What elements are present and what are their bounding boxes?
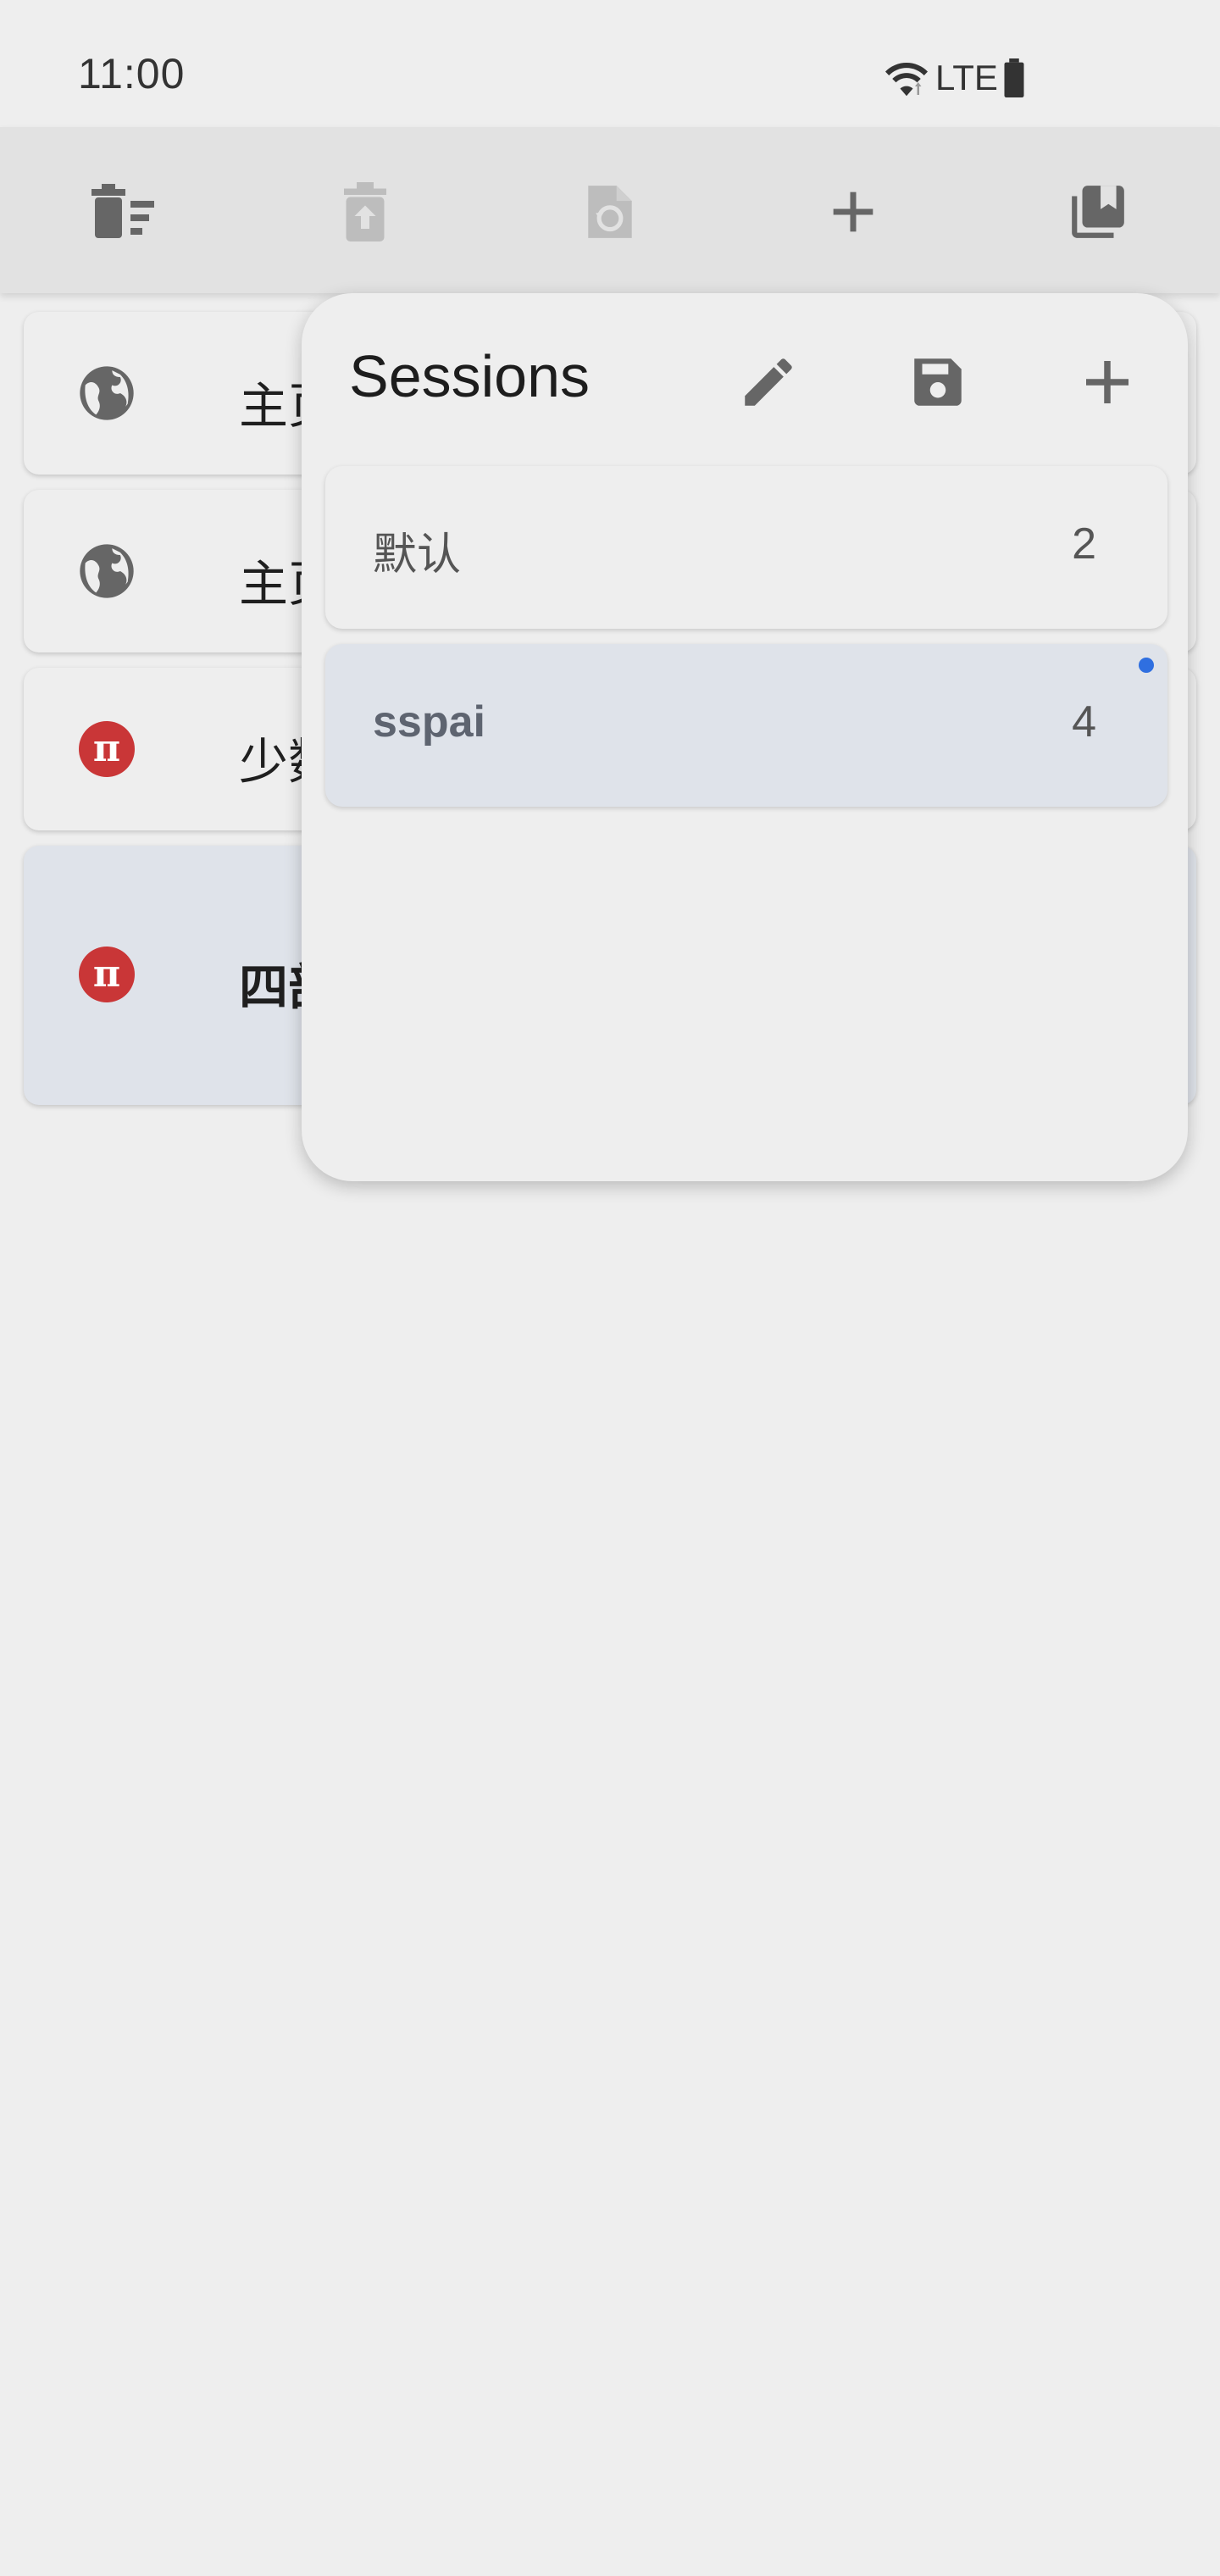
edit-icon bbox=[745, 358, 792, 406]
session-tab-count: 2 bbox=[1072, 519, 1096, 569]
add-session-button[interactable] bbox=[1069, 344, 1145, 420]
session-tab-count: 4 bbox=[1072, 697, 1096, 747]
session-item-selected[interactable]: sspai 4 bbox=[325, 644, 1167, 807]
status-bar: 11:00 LTE bbox=[0, 0, 1220, 127]
trash-restore-icon bbox=[344, 182, 386, 242]
plus-icon bbox=[1086, 361, 1128, 403]
save-session-button[interactable] bbox=[900, 344, 976, 420]
wifi-icon bbox=[885, 62, 928, 97]
save-icon bbox=[914, 358, 962, 406]
status-icons: LTE bbox=[881, 54, 1027, 102]
trash-list-icon bbox=[92, 184, 154, 238]
session-item[interactable]: 默认 2 bbox=[325, 466, 1167, 629]
status-time: 11:00 bbox=[78, 50, 186, 97]
sspai-pi-icon: π bbox=[75, 942, 139, 1007]
file-restore-icon bbox=[588, 186, 632, 238]
restore-closed-tab-button[interactable] bbox=[330, 176, 401, 247]
close-all-tabs-button[interactable] bbox=[86, 176, 158, 247]
current-session-dot bbox=[1139, 658, 1154, 673]
panel-title: Sessions bbox=[349, 343, 591, 409]
sessions-panel: Sessions 默认 2 sspai 4 bbox=[302, 293, 1188, 1181]
bookmarks-icon bbox=[1072, 186, 1124, 238]
sspai-pi-icon: π bbox=[75, 717, 139, 781]
battery-icon bbox=[1004, 58, 1024, 97]
network-type: LTE bbox=[935, 58, 998, 97]
globe-icon bbox=[75, 361, 139, 425]
globe-icon bbox=[75, 539, 139, 603]
edit-session-button[interactable] bbox=[730, 344, 807, 420]
session-name: sspai bbox=[373, 697, 485, 747]
sessions-button[interactable] bbox=[1062, 176, 1134, 247]
tab-toolbar bbox=[0, 127, 1220, 293]
session-name: 默认 bbox=[373, 530, 462, 580]
plus-icon bbox=[833, 192, 873, 232]
restore-session-button[interactable] bbox=[574, 176, 646, 247]
new-tab-button[interactable] bbox=[818, 176, 889, 247]
